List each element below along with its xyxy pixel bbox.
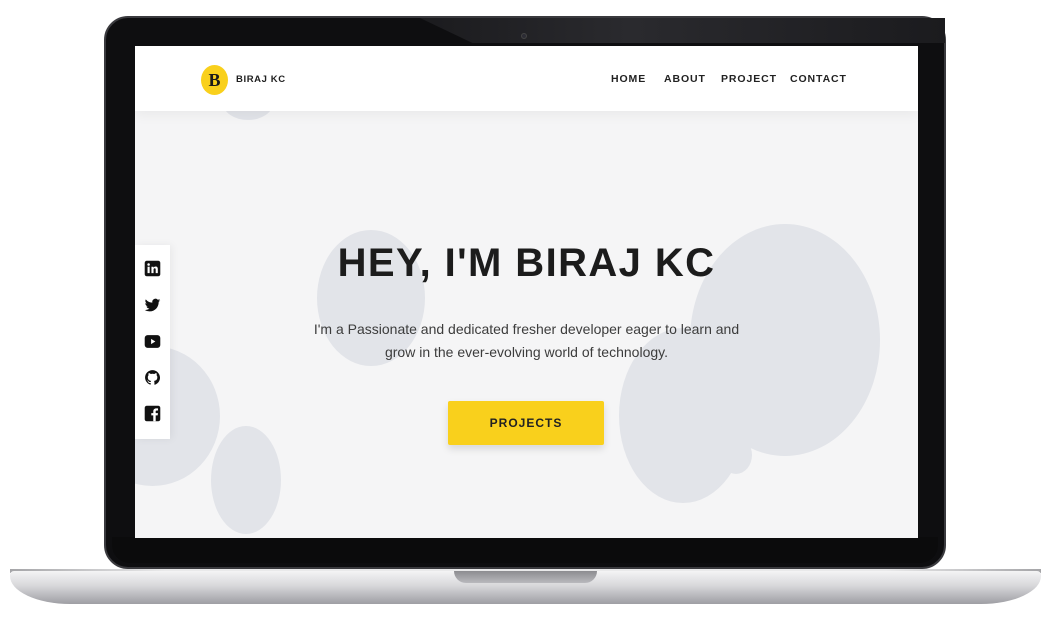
background-blob	[720, 436, 752, 474]
nav-about[interactable]: ABOUT	[664, 73, 706, 85]
nav-home[interactable]: HOME	[611, 73, 646, 85]
hero-subtitle: I'm a Passionate and dedicated fresher d…	[313, 321, 740, 360]
nav-project[interactable]: PROJECT	[721, 73, 777, 85]
facebook-icon[interactable]	[144, 405, 161, 422]
brand-name[interactable]: BIRAJ KC	[236, 74, 286, 85]
brand-logo[interactable]: B	[201, 65, 228, 95]
projects-button[interactable]: PROJECTS	[448, 401, 604, 445]
navbar: B BIRAJ KC HOME ABOUT PROJECT CONTACT	[135, 46, 918, 111]
hero-title: HEY, I'M BIRAJ KC	[337, 241, 716, 285]
github-icon[interactable]	[144, 369, 161, 386]
nav-contact[interactable]: CONTACT	[790, 73, 847, 85]
background-blob	[211, 426, 281, 534]
social-sidebar	[135, 245, 170, 439]
laptop-notch	[454, 571, 597, 583]
brand-logo-letter: B	[208, 69, 221, 90]
camera	[521, 33, 527, 39]
twitter-icon[interactable]	[144, 297, 161, 314]
laptop-mockup: B BIRAJ KC HOME ABOUT PROJECT CONTACT HE…	[0, 0, 1049, 620]
bezel-bottom	[112, 537, 938, 563]
linkedin-icon[interactable]	[144, 260, 161, 277]
lid-glare	[420, 18, 945, 43]
youtube-icon[interactable]	[144, 333, 161, 350]
website-screen: B BIRAJ KC HOME ABOUT PROJECT CONTACT HE…	[135, 46, 918, 538]
